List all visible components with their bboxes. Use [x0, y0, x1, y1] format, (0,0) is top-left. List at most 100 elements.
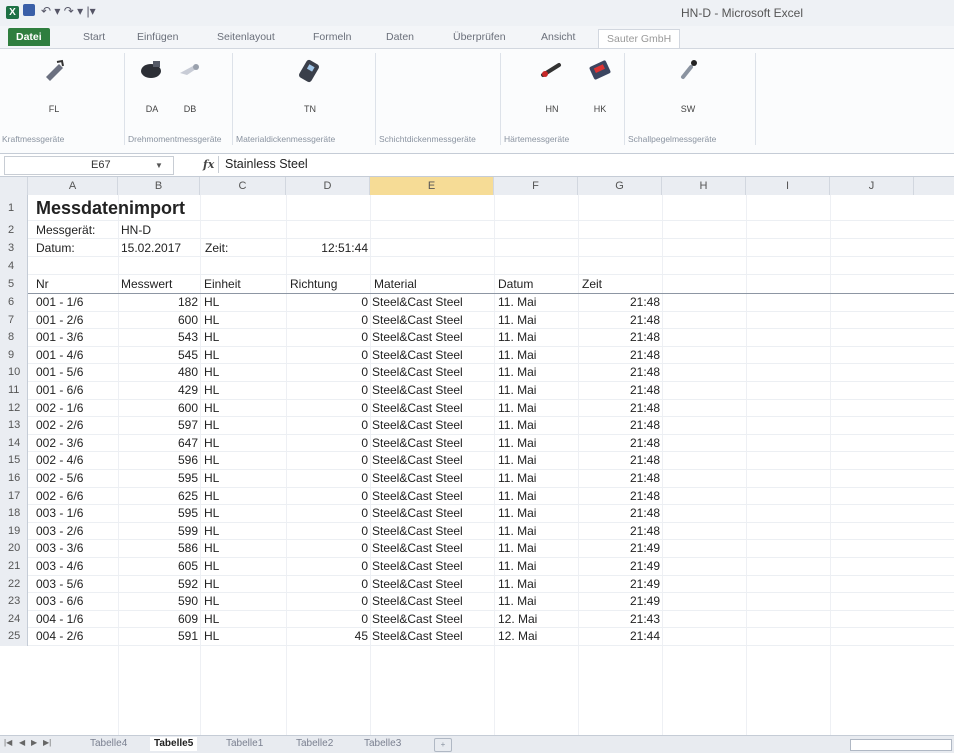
cell-datum[interactable]: 11. Mai [498, 523, 536, 541]
cell-richtung[interactable]: 0 [286, 417, 368, 435]
cell-zeit[interactable]: 21:48 [578, 364, 660, 382]
row-header[interactable]: 5 [0, 275, 28, 294]
cell-nr[interactable]: 001 - 4/6 [36, 347, 83, 365]
customize-qa-icon[interactable]: ▾ [90, 4, 96, 18]
time-label[interactable]: Zeit: [205, 239, 228, 258]
tab-sauter-gmbh[interactable]: Sauter GmbH [598, 29, 681, 48]
ribbon-button-fl[interactable]: FL [34, 57, 74, 114]
cell-einheit[interactable]: HL [204, 576, 219, 594]
date-value[interactable]: 15.02.2017 [121, 239, 181, 258]
cell-messwert[interactable]: 600 [118, 400, 198, 418]
tab-einfuegen[interactable]: Einfügen [137, 28, 178, 46]
cell-messwert[interactable]: 545 [118, 347, 198, 365]
select-all-corner[interactable] [0, 177, 28, 195]
cell-zeit[interactable]: 21:49 [578, 558, 660, 576]
cell-datum[interactable]: 11. Mai [498, 452, 536, 470]
tab-seitenlayout[interactable]: Seitenlayout [217, 28, 275, 46]
first-sheet-icon[interactable]: |◀ [4, 738, 12, 747]
row-header[interactable]: 7 [0, 311, 28, 330]
cell-material[interactable]: Steel&Cast Steel [372, 611, 463, 629]
cell-messwert[interactable]: 625 [118, 488, 198, 506]
cell-nr[interactable]: 004 - 1/6 [36, 611, 83, 629]
cell-einheit[interactable]: HL [204, 558, 219, 576]
cell-richtung[interactable]: 0 [286, 576, 368, 594]
sheet-tab-tabelle1[interactable]: Tabelle1 [222, 737, 267, 751]
cell-messwert[interactable]: 597 [118, 417, 198, 435]
cell-material[interactable]: Steel&Cast Steel [372, 382, 463, 400]
cell-richtung[interactable]: 0 [286, 435, 368, 453]
row-header[interactable]: 2 [0, 221, 28, 239]
ribbon-button-hn[interactable]: HN [532, 57, 572, 114]
cell-nr[interactable]: 001 - 6/6 [36, 382, 83, 400]
cell-datum[interactable]: 11. Mai [498, 540, 536, 558]
cell-messwert[interactable]: 600 [118, 312, 198, 330]
cell-nr[interactable]: 003 - 1/6 [36, 505, 83, 523]
cell-datum[interactable]: 11. Mai [498, 294, 536, 312]
row-header[interactable]: 18 [0, 505, 28, 523]
cell-nr[interactable]: 003 - 2/6 [36, 523, 83, 541]
cell-material[interactable]: Steel&Cast Steel [372, 540, 463, 558]
cell-datum[interactable]: 11. Mai [498, 576, 536, 594]
ribbon-button-sw[interactable]: SW [668, 57, 708, 114]
cell-messwert[interactable]: 591 [118, 628, 198, 646]
cell-messwert[interactable]: 586 [118, 540, 198, 558]
chevron-down-icon[interactable]: ▼ [155, 157, 163, 174]
header-material[interactable]: Material [374, 275, 417, 294]
cell-einheit[interactable]: HL [204, 329, 219, 347]
insert-sheet-icon[interactable]: + [434, 738, 452, 752]
cell-datum[interactable]: 11. Mai [498, 312, 536, 330]
cell-nr[interactable]: 001 - 2/6 [36, 312, 83, 330]
cell-richtung[interactable]: 0 [286, 382, 368, 400]
cell-datum[interactable]: 11. Mai [498, 435, 536, 453]
cell-zeit[interactable]: 21:49 [578, 540, 660, 558]
cell-einheit[interactable]: HL [204, 628, 219, 646]
fx-icon[interactable]: fx [203, 158, 214, 171]
cell-zeit[interactable]: 21:48 [578, 417, 660, 435]
cell-datum[interactable]: 11. Mai [498, 470, 536, 488]
cell-einheit[interactable]: HL [204, 364, 219, 382]
column-header-e[interactable]: E [370, 177, 494, 195]
cell-material[interactable]: Steel&Cast Steel [372, 312, 463, 330]
cell-richtung[interactable]: 45 [286, 628, 368, 646]
header-einheit[interactable]: Einheit [204, 275, 241, 294]
row-header[interactable]: 25 [0, 628, 28, 646]
row-header[interactable]: 19 [0, 522, 28, 541]
row-header[interactable]: 4 [0, 257, 28, 275]
formula-input[interactable]: Stainless Steel [218, 156, 954, 173]
column-header-g[interactable]: G [578, 177, 662, 195]
cell-zeit[interactable]: 21:48 [578, 523, 660, 541]
column-header-b[interactable]: B [118, 177, 200, 195]
cell-nr[interactable]: 002 - 2/6 [36, 417, 83, 435]
next-sheet-icon[interactable]: ▶ [31, 738, 37, 747]
name-box[interactable]: E67 ▼ [4, 156, 174, 175]
header-richtung[interactable]: Richtung [290, 275, 337, 294]
cell-messwert[interactable]: 595 [118, 470, 198, 488]
cell-material[interactable]: Steel&Cast Steel [372, 470, 463, 488]
ribbon-button-db[interactable]: DB [170, 57, 210, 114]
excel-app-icon[interactable]: X [6, 6, 19, 19]
header-zeit[interactable]: Zeit [582, 275, 602, 294]
cell-zeit[interactable]: 21:48 [578, 312, 660, 330]
cell-nr[interactable]: 002 - 4/6 [36, 452, 83, 470]
cell-richtung[interactable]: 0 [286, 593, 368, 611]
cell-material[interactable]: Steel&Cast Steel [372, 505, 463, 523]
cell-richtung[interactable]: 0 [286, 400, 368, 418]
cell-zeit[interactable]: 21:48 [578, 400, 660, 418]
redo-icon[interactable]: ↷ ▾ [64, 4, 83, 18]
row-header[interactable]: 11 [0, 382, 28, 400]
sheet-tab-tabelle5[interactable]: Tabelle5 [150, 737, 198, 751]
header-nr[interactable]: Nr [36, 275, 49, 294]
cell-messwert[interactable]: 182 [118, 294, 198, 312]
cell-messwert[interactable]: 605 [118, 558, 198, 576]
ribbon-button-da[interactable]: DA [132, 57, 172, 114]
cell-zeit[interactable]: 21:43 [578, 611, 660, 629]
cell-messwert[interactable]: 599 [118, 523, 198, 541]
cell-richtung[interactable]: 0 [286, 505, 368, 523]
column-header-f[interactable]: F [494, 177, 578, 195]
cell-richtung[interactable]: 0 [286, 540, 368, 558]
cell-datum[interactable]: 11. Mai [498, 329, 536, 347]
row-header[interactable]: 13 [0, 417, 28, 435]
cell-einheit[interactable]: HL [204, 523, 219, 541]
cell-material[interactable]: Steel&Cast Steel [372, 435, 463, 453]
prev-sheet-icon[interactable]: ◀ [19, 738, 25, 747]
